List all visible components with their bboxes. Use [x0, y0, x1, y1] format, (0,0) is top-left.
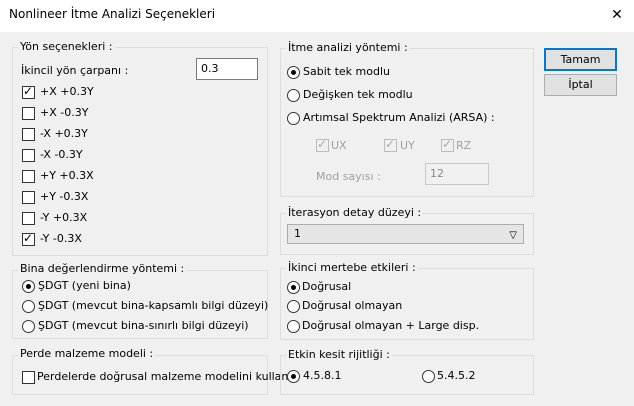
radio-bina-2[interactable] — [22, 320, 35, 333]
cb-rz[interactable] — [441, 137, 454, 152]
label-bina-0: ŞDGT (yeni bina) — [38, 279, 131, 292]
label-itme-0: Sabit tek modlu — [303, 65, 390, 78]
radio-itme-0[interactable] — [287, 66, 300, 79]
ikinci-group-title: İkinci mertebe etkileri : — [286, 261, 418, 274]
cb-yon-7[interactable] — [22, 231, 35, 246]
label-ikinci-0: Doğrusal — [302, 280, 352, 293]
bina-group-title: Bina değerlendirme yöntemi : — [18, 262, 187, 275]
label-uy: UY — [400, 139, 415, 152]
cb-yon-4[interactable] — [22, 170, 35, 183]
cb-yon-3[interactable] — [22, 149, 35, 162]
label-etkin-0: 4.5.8.1 — [303, 369, 342, 382]
label-ux: UX — [331, 139, 347, 152]
label-bina-1: ŞDGT (mevcut bina-kapsamlı bilgi düzeyi) — [38, 299, 269, 312]
radio-etkin-0[interactable] — [287, 370, 300, 383]
label-bina-2: ŞDGT (mevcut bina-sınırlı bilgi düzeyi) — [38, 319, 249, 332]
radio-itme-2[interactable] — [287, 112, 300, 125]
etkin-group-title: Etkin kesit rijitliği : — [286, 348, 392, 361]
perde-group-title: Perde malzeme modeli : — [18, 347, 156, 360]
iterasyon-group-title: İterasyon detay düzeyi : — [286, 206, 424, 219]
cb-yon-6[interactable] — [22, 212, 35, 225]
yon-group-title: Yön seçenekleri : — [18, 40, 115, 53]
label-yon-7: -Y -0.3X — [40, 232, 82, 245]
window-title: Nonlineer İtme Analizi Seçenekleri — [9, 7, 216, 21]
label-yon-4: +Y +0.3X — [40, 169, 94, 182]
mod-sayisi-input[interactable]: 12 — [425, 163, 489, 185]
radio-ikinci-2[interactable] — [287, 320, 300, 333]
cb-perde[interactable] — [22, 371, 35, 384]
cb-ux[interactable] — [316, 137, 329, 152]
itme-group-title: İtme analizi yöntemi : — [286, 41, 410, 54]
label-yon-5: +Y -0.3X — [40, 190, 89, 203]
chevron-down-icon: ▽ — [509, 230, 517, 241]
label-yon-6: -Y +0.3X — [40, 211, 88, 224]
label-ikinci-2: Doğrusal olmayan + Large disp. — [302, 319, 480, 332]
label-etkin-1: 5.4.5.2 — [437, 369, 476, 382]
radio-ikinci-0[interactable] — [287, 281, 300, 294]
cb-yon-5[interactable] — [22, 191, 35, 204]
radio-bina-0[interactable] — [22, 280, 35, 293]
label-yon-1: +X -0.3Y — [40, 106, 89, 119]
radio-etkin-1[interactable] — [422, 370, 435, 383]
cb-yon-0[interactable] — [22, 84, 35, 99]
cb-uy[interactable] — [384, 137, 397, 152]
radio-itme-1[interactable] — [287, 89, 300, 102]
radio-bina-1[interactable] — [22, 300, 35, 313]
cb-yon-2[interactable] — [22, 128, 35, 141]
close-icon[interactable]: ✕ — [606, 4, 628, 26]
iterasyon-selected: 1 — [294, 227, 301, 240]
ok-button[interactable]: Tamam — [544, 48, 617, 71]
label-itme-2: Artımsal Spektrum Analizi (ARSA) : — [303, 111, 495, 124]
ikincil-input[interactable]: 0.3 — [196, 58, 258, 80]
label-itme-1: Değişken tek modlu — [303, 88, 413, 101]
label-ikinci-1: Doğrusal olmayan — [302, 299, 403, 312]
cb-yon-1[interactable] — [22, 107, 35, 120]
mod-sayisi-label: Mod sayısı : — [316, 170, 381, 183]
ikincil-label: İkincil yön çarpanı : — [21, 64, 129, 77]
label-perde: Perdelerde doğrusal malzeme modelini kul… — [37, 370, 289, 383]
label-rz: RZ — [456, 139, 472, 152]
iterasyon-select[interactable]: 1 ▽ — [287, 224, 524, 244]
label-yon-3: -X -0.3Y — [40, 148, 83, 161]
cancel-button[interactable]: İptal — [544, 74, 617, 96]
label-yon-0: +X +0.3Y — [40, 85, 94, 98]
label-yon-2: -X +0.3Y — [40, 127, 88, 140]
radio-ikinci-1[interactable] — [287, 300, 300, 313]
